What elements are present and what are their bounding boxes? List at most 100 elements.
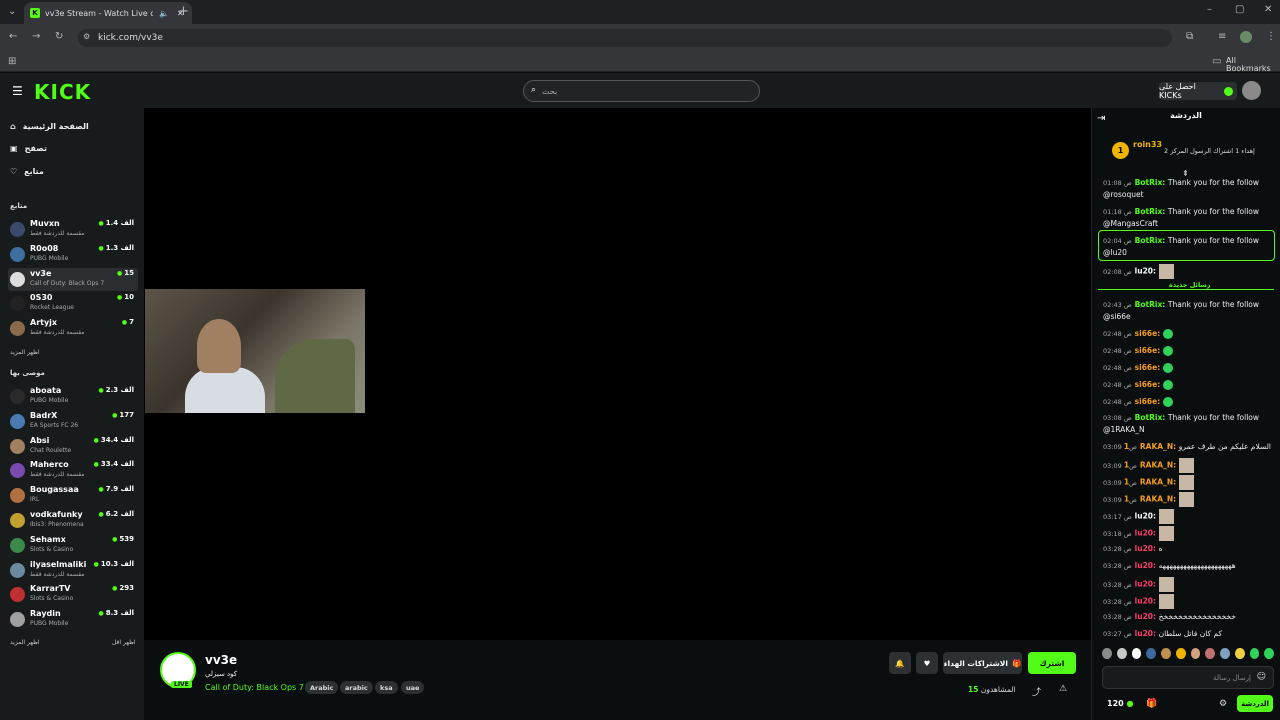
chat-username[interactable]: lu20: <box>1135 629 1159 638</box>
channel-viewers: 7.9 الف <box>99 485 134 493</box>
browser-tab[interactable]: K vv3e Stream - Watch Live o 🔈 ✕ <box>24 2 192 24</box>
kick-logo[interactable]: KICK <box>34 80 91 104</box>
sidebar-channel-badrx[interactable]: BadrXEA Sports FC 26 177 <box>8 410 138 433</box>
speaker-icon[interactable]: 🔈 <box>159 9 169 18</box>
chat-username[interactable]: lu20: <box>1135 597 1159 606</box>
emote-icon[interactable] <box>1190 648 1201 659</box>
chat-username[interactable]: lu20: <box>1135 612 1159 621</box>
share-icon[interactable]: ⤴ <box>1032 685 1041 698</box>
chat-message: 03:09 ص1RAKA_N: <box>1103 492 1275 507</box>
chat-username[interactable]: lu20: <box>1135 561 1159 570</box>
chat-username[interactable]: BotRix: <box>1135 236 1168 245</box>
subscribe-button[interactable]: اشترك <box>1028 652 1076 674</box>
get-kicks-button[interactable]: احصل على KICKs <box>1159 82 1237 100</box>
forward-icon[interactable]: → <box>32 32 40 42</box>
emote-icon[interactable] <box>1102 648 1112 659</box>
chat-username[interactable]: BotRix: <box>1135 413 1168 422</box>
chat-username[interactable]: BotRix: <box>1135 178 1168 187</box>
media-icon[interactable]: ≡ <box>1218 32 1226 42</box>
gift-subs-button[interactable]: الاشتراكات الهداء 🎁 <box>943 652 1022 674</box>
emote-icon[interactable] <box>1220 648 1230 659</box>
sidebar-channel-r0o08[interactable]: R0o08PUBG Mobile 1.3 الف <box>8 243 138 266</box>
emote-icon[interactable] <box>1161 648 1171 659</box>
emote-icon[interactable] <box>1175 648 1186 659</box>
sidebar-channel-aboata[interactable]: aboata PUBG Mobile 2.3 الف <box>8 385 138 408</box>
emote-icon[interactable] <box>1234 648 1245 659</box>
following-show-more[interactable]: اظهر المزيد <box>10 349 40 356</box>
chat-settings-icon[interactable]: ⚙ <box>1219 699 1227 709</box>
emote-icon[interactable] <box>1264 648 1274 659</box>
minimize-icon[interactable]: – <box>1207 5 1212 15</box>
stream-category[interactable]: Call of Duty: Black Ops 7 <box>205 683 304 692</box>
new-tab-icon[interactable]: + <box>178 5 189 18</box>
channel-avatar <box>10 271 25 287</box>
gift-icon[interactable]: 🎁 <box>1146 699 1157 709</box>
chat-username[interactable]: lu20: <box>1135 512 1159 521</box>
all-bookmarks-link[interactable]: All Bookmarks <box>1226 57 1280 73</box>
hamburger-menu-icon[interactable]: ☰ <box>12 84 23 98</box>
send-chat-button[interactable]: الدردشة <box>1237 695 1273 712</box>
sidebar-channel-karrartv[interactable]: KarrarTVSlots & Casino 293 <box>8 583 138 606</box>
nav-browse[interactable]: ▣ تصفح <box>10 141 47 155</box>
sidebar-channel-sehamx[interactable]: SehamxSlots & Casino 539 <box>8 534 138 557</box>
user-avatar[interactable] <box>1242 81 1261 100</box>
chat-username[interactable]: lu20: <box>1135 544 1159 553</box>
sidebar-channel-0s30[interactable]: 0S30Rocket League 10 <box>8 292 138 315</box>
url-field[interactable]: ⚙ kick.com/vv3e <box>78 29 1172 47</box>
chat-username[interactable]: si66e: <box>1135 329 1163 338</box>
chat-username[interactable]: lu20: <box>1135 529 1159 538</box>
profile-icon[interactable] <box>1240 31 1252 43</box>
favorite-button[interactable]: ♥ <box>916 652 938 674</box>
maximize-icon[interactable]: ▢ <box>1235 5 1244 15</box>
reload-icon[interactable]: ↻ <box>55 32 63 42</box>
sidebar-channel-absi[interactable]: AbsiChat Roulette 34.4 الف <box>8 435 138 458</box>
window-close-icon[interactable]: ✕ <box>1264 5 1272 15</box>
chat-message: 02:48 ص si66e: <box>1103 362 1275 374</box>
chat-username[interactable]: BotRix: <box>1135 207 1168 216</box>
menu-icon[interactable]: ⋮ <box>1266 32 1276 42</box>
back-icon[interactable]: ← <box>9 32 17 42</box>
chat-username[interactable]: BotRix: <box>1135 300 1168 309</box>
emote-icon[interactable] <box>1131 648 1142 659</box>
chat-username[interactable]: si66e: <box>1135 397 1163 406</box>
sidebar-channel-muvxn[interactable]: Muvxn مقسمة للدردشة فقط 1.4 الف <box>8 218 138 241</box>
sidebar-channel-raydin[interactable]: RaydinPUBG Mobile 8.3 الف <box>8 608 138 631</box>
chat-username[interactable]: lu20: <box>1135 580 1159 589</box>
nav-following[interactable]: ♡ متابع <box>10 164 44 178</box>
emote-icon[interactable] <box>1249 648 1260 659</box>
chat-username[interactable]: si66e: <box>1135 363 1163 372</box>
recommended-show-less[interactable]: اظهر اقل <box>112 639 136 646</box>
sidebar-channel-vodkafunky[interactable]: vodkafunky Ibis3: Phenomena 6.2 الف <box>8 509 138 532</box>
extensions-icon[interactable]: ⧉ <box>1186 32 1193 42</box>
pinned-gift-banner[interactable]: 1 roin33 إهداء 1 اشتراك الرسول المركز 2 <box>1112 140 1272 165</box>
sidebar-channel-bougassaa[interactable]: BougassaaIRL 7.9 الف <box>8 484 138 507</box>
tag-chip[interactable]: ksa <box>375 681 398 694</box>
sidebar-channel-ilyaselmaliki[interactable]: ilyaselmalikiمقسمة للدردشة فقط 10.3 الف <box>8 559 138 582</box>
emote-icon[interactable] <box>1205 648 1215 659</box>
apps-icon[interactable]: ⊞ <box>8 57 16 67</box>
report-icon[interactable]: ⚠ <box>1059 684 1067 694</box>
tag-chip[interactable]: arabic <box>340 681 373 694</box>
live-badge: LIVE <box>171 681 192 688</box>
tab-list-icon[interactable]: ⌄ <box>8 7 16 17</box>
emote-icon[interactable] <box>1146 648 1156 659</box>
recommended-show-more[interactable]: اظهر المزيد <box>10 639 40 646</box>
tag-chip[interactable]: Arabic <box>305 681 339 694</box>
sidebar-channel-vv3e[interactable]: vv3eCall of Duty: Black Ops 7 15 <box>8 267 138 291</box>
chat-input[interactable]: إرسال رسالة ☺ <box>1102 666 1274 689</box>
nav-home[interactable]: ⌂ الصفحة الرئيسية <box>10 119 89 133</box>
chat-username[interactable]: lu20: <box>1135 267 1159 276</box>
kicks-balance[interactable]: 120 ● <box>1107 699 1133 708</box>
channel-category: Ibis3: Phenomena <box>30 521 84 528</box>
channel-name[interactable]: vv3e <box>205 653 237 667</box>
chat-username[interactable]: si66e: <box>1135 380 1163 389</box>
notification-bell-button[interactable]: 🔔 <box>889 652 911 674</box>
tag-chip[interactable]: uae <box>401 681 425 694</box>
sidebar-channel-maherco[interactable]: Mahercoمقسمة للدردشة فقط 33.4 الف <box>8 459 138 482</box>
emote-icon[interactable] <box>1116 648 1127 659</box>
site-info-icon[interactable]: ⚙ <box>83 33 90 41</box>
chat-username[interactable]: si66e: <box>1135 346 1163 355</box>
sidebar-channel-artyjx[interactable]: Artyjxمقسمة للدردشة فقط 7 <box>8 317 138 340</box>
emoji-picker-icon[interactable]: ☺ <box>1257 672 1266 682</box>
search-input[interactable]: ⌕ بحث <box>523 80 760 102</box>
